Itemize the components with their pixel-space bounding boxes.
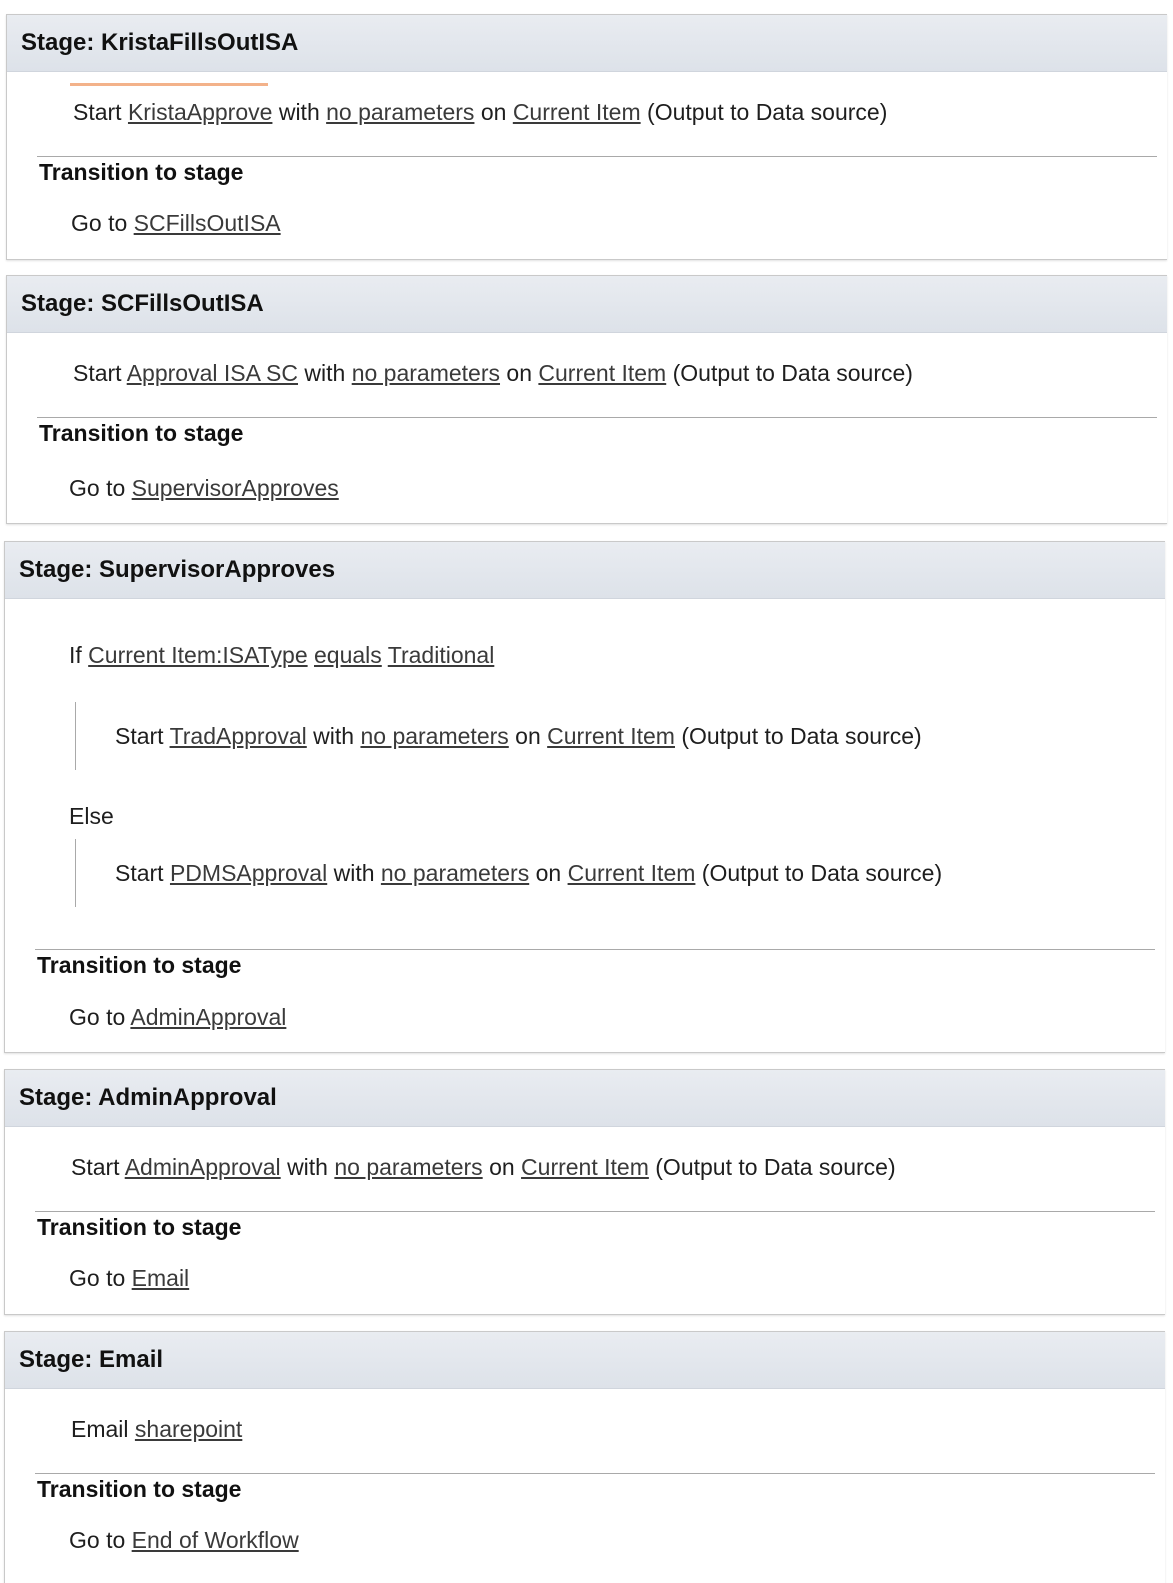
action-verb: Start (73, 99, 122, 125)
goto-target-link[interactable]: SCFillsOutISA (134, 210, 281, 236)
goto-line: Go to SupervisorApproves (69, 475, 339, 502)
item-link[interactable]: Current Item (547, 723, 675, 749)
output-text: (Output to Data source) (655, 1154, 896, 1180)
stage-supervisor-approves[interactable]: Stage: SupervisorApproves If Current Ite… (4, 541, 1165, 1053)
item-link[interactable]: Current Item (568, 860, 696, 886)
stage-admin-approval[interactable]: Stage: AdminApproval Start AdminApproval… (4, 1069, 1165, 1315)
goto-text: Go to (69, 1265, 126, 1291)
stage-sc-fills-out-isa[interactable]: Stage: SCFillsOutISA Start Approval ISA … (6, 275, 1167, 524)
parameters-link[interactable]: no parameters (381, 860, 529, 886)
workflow-link[interactable]: KristaApprove (128, 99, 272, 125)
stage-title: Stage: KristaFillsOutISA (7, 15, 1167, 72)
parameters-link[interactable]: no parameters (352, 360, 500, 386)
if-keyword: If (69, 642, 82, 668)
stage-krista-fills-out-isa[interactable]: Stage: KristaFillsOutISA Start KristaApp… (6, 14, 1167, 260)
if-branch-bar (75, 702, 76, 770)
parameters-link[interactable]: no parameters (360, 723, 508, 749)
on-text: on (515, 723, 541, 749)
stage-title: Stage: Email (5, 1332, 1165, 1389)
if-condition-line: If Current Item:ISAType equals Tradition… (69, 642, 494, 669)
goto-target-link[interactable]: End of Workflow (132, 1527, 299, 1553)
goto-target-link[interactable]: AdminApproval (130, 1004, 286, 1030)
goto-line: Go to SCFillsOutISA (71, 210, 281, 237)
transition-title: Transition to stage (37, 1214, 242, 1240)
goto-line: Go to Email (69, 1265, 189, 1292)
parameters-link[interactable]: no parameters (334, 1154, 482, 1180)
with-text: with (333, 860, 375, 886)
action-verb: Start (115, 860, 164, 886)
goto-text: Go to (69, 1527, 126, 1553)
with-text: with (287, 1154, 328, 1180)
goto-text: Go to (69, 475, 126, 501)
transition-title: Transition to stage (39, 420, 244, 446)
workflow-link[interactable]: PDMSApproval (170, 860, 327, 886)
else-action-line: Start PDMSApproval with no parameters on… (115, 860, 942, 887)
goto-line: Go to End of Workflow (69, 1527, 299, 1554)
workflow-link[interactable]: TradApproval (170, 723, 307, 749)
parameters-link[interactable]: no parameters (326, 99, 474, 125)
output-text: (Output to Data source) (647, 99, 888, 125)
action-line: Start KristaApprove with no parameters o… (73, 99, 887, 126)
focus-indicator (70, 83, 268, 86)
email-recipient-link[interactable]: sharepoint (135, 1416, 242, 1442)
workflow-link[interactable]: AdminApproval (125, 1154, 281, 1180)
email-verb: Email (71, 1416, 129, 1442)
action-verb: Start (71, 1154, 120, 1180)
goto-line: Go to AdminApproval (69, 1004, 286, 1031)
item-link[interactable]: Current Item (521, 1154, 649, 1180)
with-text: with (304, 360, 346, 386)
workflow-link[interactable]: Approval ISA SC (127, 360, 298, 386)
goto-text: Go to (71, 210, 128, 236)
goto-text: Go to (69, 1004, 126, 1030)
action-line: Start Approval ISA SC with no parameters… (73, 360, 913, 387)
then-action-line: Start TradApproval with no parameters on… (115, 723, 922, 750)
item-link[interactable]: Current Item (538, 360, 666, 386)
stage-title: Stage: AdminApproval (5, 1070, 1165, 1127)
transition-divider (35, 949, 1155, 950)
goto-target-link[interactable]: SupervisorApproves (132, 475, 339, 501)
transition-title: Transition to stage (39, 159, 244, 185)
transition-divider (37, 417, 1157, 418)
on-text: on (480, 99, 507, 125)
item-link[interactable]: Current Item (513, 99, 641, 125)
stage-email[interactable]: Stage: Email Email sharepoint Transition… (4, 1331, 1165, 1583)
condition-operator-link[interactable]: equals (314, 642, 382, 668)
transition-divider (35, 1211, 1155, 1212)
on-text: on (489, 1154, 515, 1180)
on-text: on (506, 360, 532, 386)
condition-value-link[interactable]: Traditional (388, 642, 495, 668)
stage-title: Stage: SupervisorApproves (5, 542, 1165, 599)
transition-divider (35, 1473, 1155, 1474)
action-line: Start AdminApproval with no parameters o… (71, 1154, 896, 1181)
action-verb: Start (73, 360, 122, 386)
transition-divider (37, 156, 1157, 157)
condition-field-link[interactable]: Current Item:ISAType (88, 642, 307, 668)
else-branch-bar (75, 839, 76, 907)
email-line: Email sharepoint (71, 1416, 242, 1443)
with-text: with (313, 723, 355, 749)
stage-title: Stage: SCFillsOutISA (7, 276, 1167, 333)
output-text: (Output to Data source) (681, 723, 922, 749)
else-label: Else (69, 803, 114, 829)
with-text: with (278, 99, 320, 125)
output-text: (Output to Data source) (672, 360, 913, 386)
action-verb: Start (115, 723, 164, 749)
output-text: (Output to Data source) (701, 860, 943, 886)
transition-title: Transition to stage (37, 1476, 242, 1502)
on-text: on (535, 860, 562, 886)
goto-target-link[interactable]: Email (132, 1265, 190, 1291)
transition-title: Transition to stage (37, 952, 242, 978)
workflow-designer-canvas: Stage: KristaFillsOutISA Start KristaApp… (0, 0, 1173, 1583)
